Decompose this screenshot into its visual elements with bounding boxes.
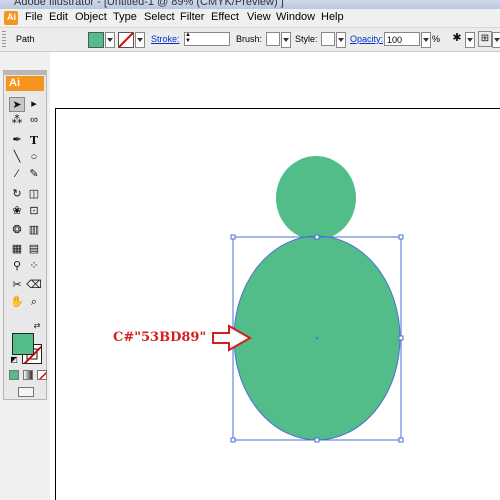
default-colors-icon[interactable]: ◩ [9,355,19,365]
direct-selection-icon[interactable]: ▸ [26,97,42,112]
pen-icon[interactable]: ✒ [9,133,25,148]
magic-wand-icon[interactable]: ⁂ [9,113,25,128]
color-annotation: C#"53BD89" [113,330,207,345]
artwork [212,156,404,443]
rotate-icon[interactable]: ↻ [9,187,25,202]
blend-icon[interactable]: ⁘ [26,259,42,274]
color-mode-button[interactable] [9,370,19,380]
zoom-icon[interactable]: ⌕ [26,295,42,310]
mesh-icon[interactable]: ▦ [9,242,25,257]
tools-panel: Ai ➤ ▸ ⁂ ∞ ✒ T ╲ ○ ∕ ✎ ↻ ◫ ❀ ⊡ ❂ ▥ ▦ ▤ ⚲… [3,70,47,400]
eraser-icon[interactable]: ⌫ [26,278,42,293]
screen-mode-button[interactable] [18,387,34,397]
fill-color-box[interactable] [12,333,34,355]
slice-icon[interactable]: ✂ [9,278,25,293]
center-point [316,337,318,339]
scale-icon[interactable]: ◫ [26,187,42,202]
pencil-icon[interactable]: ✎ [26,167,42,182]
gradient-mode-button[interactable] [23,370,33,380]
hand-icon[interactable]: ✋ [9,295,25,310]
line-icon[interactable]: ╲ [9,150,25,165]
ai-logo: Ai [6,76,44,91]
free-transform-icon[interactable]: ⊡ [26,204,42,219]
ellipse-icon[interactable]: ○ [26,150,42,165]
eyedropper-icon[interactable]: ⚲ [9,259,25,274]
swap-colors-icon[interactable]: ⇄ [32,321,42,331]
none-mode-button[interactable] [37,370,47,380]
gradient-icon[interactable]: ▤ [26,242,42,257]
paintbrush-icon[interactable]: ∕ [9,167,25,182]
selection-arrow-icon[interactable]: ➤ [9,97,25,112]
type-icon[interactable]: T [26,133,42,148]
lasso-icon[interactable]: ∞ [26,113,42,128]
graph-icon[interactable]: ▥ [26,223,42,238]
small-circle[interactable] [276,156,356,240]
panel-header[interactable] [4,71,46,75]
warp-icon[interactable]: ❀ [9,204,25,219]
symbol-sprayer-icon[interactable]: ❂ [9,223,25,238]
